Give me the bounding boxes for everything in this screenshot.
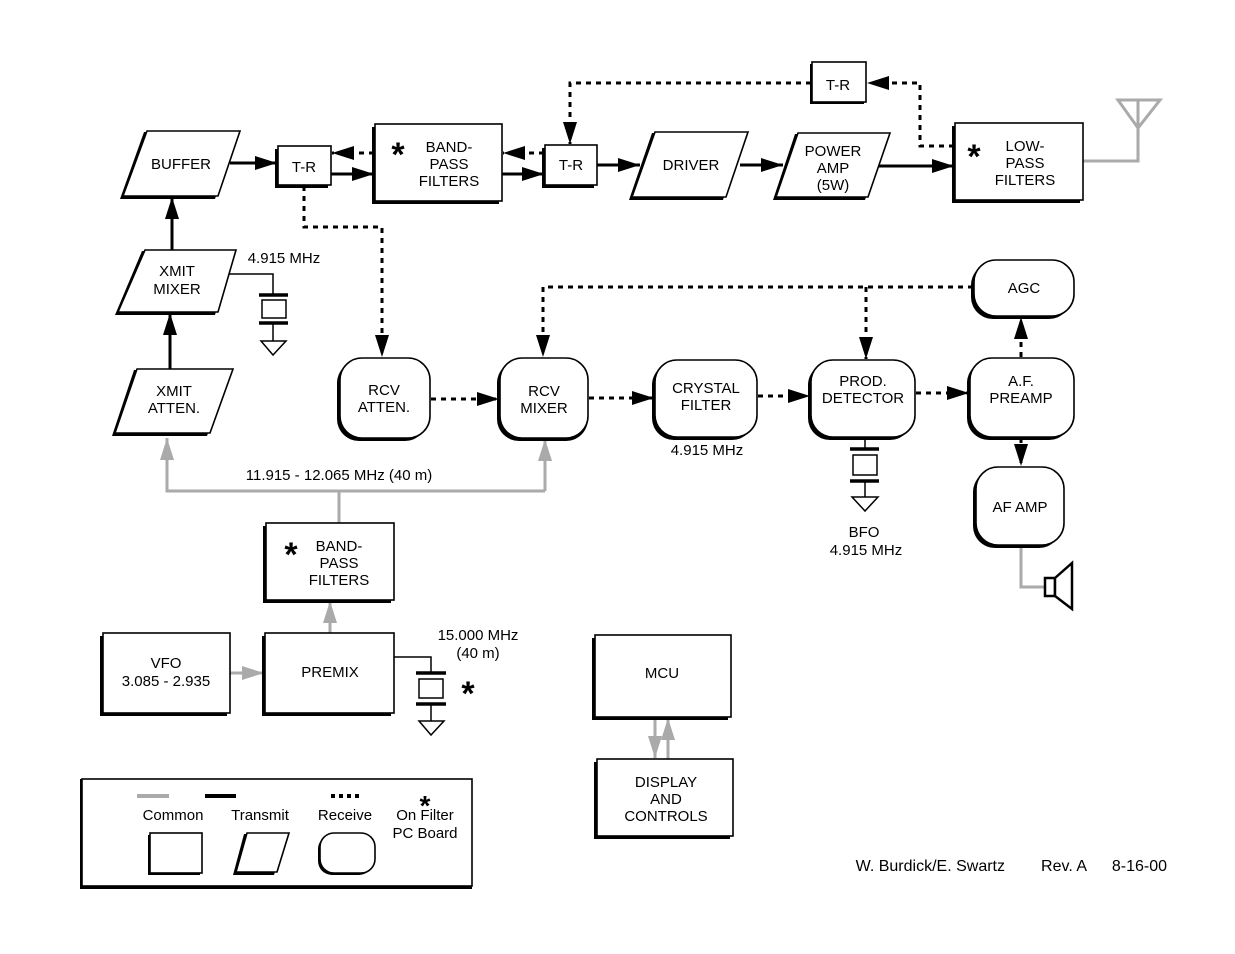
prod-detector-block: PROD. DETECTOR [808,359,916,440]
bpf-low-label: FILTERS [309,572,370,589]
lpf-label: PASS [1006,155,1045,172]
power-amp-label: POWER [805,143,862,160]
prod-detector-label: PROD. [839,373,887,390]
tr-mid-label: T-R [559,157,583,174]
display-label: AND [650,791,682,808]
credit-revision: Rev. A [1041,858,1087,875]
premix-crystal-icon [394,656,446,737]
afamp-to-speaker-line [1019,545,1045,589]
lpf-to-antenna-line [1083,100,1140,163]
crystal-filter-block: CRYSTAL FILTER [652,359,758,440]
premix-label: PREMIX [301,664,359,681]
credit-date: 8-16-00 [1112,858,1167,875]
bfo-freq-label: 4.915 MHz [830,542,903,559]
xmit-mixer-label: MIXER [153,281,201,298]
tr-top-label: T-R [826,77,850,94]
legend-common-label: Common [143,807,204,824]
rcv-mixer-label: MIXER [520,400,568,417]
lpf-label: LOW- [1006,138,1045,155]
vfo-label: VFO [151,655,182,672]
agc-to-mixer-line [536,285,973,357]
asterisk-icon: * [461,675,475,713]
rcv-mixer-block: RCV MIXER [497,357,589,441]
legend-filter-board-label: PC Board [392,825,457,842]
lpf-label: FILTERS [995,172,1056,189]
xmit-atten-label: XMIT [156,383,192,400]
tr-switch-left: T-R [275,145,332,188]
crystal-filter-label: FILTER [681,397,732,414]
asterisk-icon: * [391,136,405,174]
af-preamp-label: A.F. [1008,373,1034,390]
vfo-label: 3.085 - 2.935 [122,673,210,690]
xmit-mixer-block: XMIT MIXER [115,249,238,315]
mcu-label: MCU [645,665,679,682]
af-amp-block: AF AMP [973,466,1065,548]
xmit-crystal-freq-label: 4.915 MHz [248,250,321,267]
premix-crystal-freq-label: 15.000 MHz [438,627,519,644]
display-block: DISPLAY AND CONTROLS [594,758,734,839]
rcv-atten-block: RCV ATTEN. [337,357,431,441]
lpf-block: * LOW- PASS FILTERS [952,122,1084,203]
af-preamp-block: A.F. PREAMP [967,357,1075,440]
legend-filter-board-label: On Filter [396,807,454,824]
bpf-top-label: BAND- [426,139,473,156]
premix-output-freq-label: 11.915 - 12.065 MHz (40 m) [246,467,432,484]
power-amp-label: AMP [817,160,850,177]
xmit-atten-block: XMIT ATTEN. [112,368,235,436]
display-label: CONTROLS [624,808,707,825]
tr-to-rcv-atten-line [302,186,389,357]
mcu-block: MCU [592,634,732,720]
speaker-icon [1043,560,1074,612]
agc-block: AGC [971,259,1075,319]
asterisk-icon: * [284,536,298,574]
bpf-low-label: BAND- [316,538,363,555]
premix-crystal-band-label: (40 m) [456,645,499,662]
power-amp-label: (5W) [817,177,850,194]
crystal-filter-freq-label: 4.915 MHz [671,442,744,459]
bpf-top-label: FILTERS [419,173,480,190]
credit-authors: W. Burdick/E. Swartz [856,858,1005,875]
legend-rounded-shape [318,832,376,875]
xmit-mixer-label: XMIT [159,263,195,280]
vfo-block: VFO 3.085 - 2.935 [100,632,231,716]
transceiver-block-diagram: BUFFER XMIT MIXER XMIT ATTEN. DRIVER POW… [80,61,1167,889]
bfo-label: BFO [849,524,880,541]
xmit-crystal-icon [224,273,288,357]
buffer-block: BUFFER [120,130,242,199]
rcv-atten-label: RCV [368,382,400,399]
bpf-top-label: PASS [430,156,469,173]
legend-receive-label: Receive [318,807,372,824]
bfo-crystal-icon [850,437,880,513]
buffer-label: BUFFER [151,156,211,173]
tr-switch-mid: T-R [542,144,598,188]
prod-detector-label: DETECTOR [822,390,904,407]
crystal-filter-label: CRYSTAL [672,380,740,397]
rcv-atten-label: ATTEN. [358,399,410,416]
driver-label: DRIVER [663,157,720,174]
legend: * Common Transmit Receive On Filter PC B… [80,778,473,889]
premix-block: PREMIX [262,632,395,716]
display-label: DISPLAY [635,774,697,791]
af-amp-label: AF AMP [992,499,1047,516]
xmit-atten-label: ATTEN. [148,400,200,417]
rcv-mixer-label: RCV [528,383,560,400]
af-preamp-label: PREAMP [989,390,1052,407]
asterisk-icon: * [967,138,981,176]
bpf-low-label: PASS [320,555,359,572]
tr-left-label: T-R [292,159,316,176]
tr-switch-top: T-R [810,61,867,104]
legend-rectangle-shape [148,832,203,875]
bpf-low-block: * BAND- PASS FILTERS [263,522,395,603]
legend-transmit-label: Transmit [231,807,290,824]
driver-block: DRIVER [629,131,750,200]
agc-label: AGC [1008,280,1041,297]
bpf-top-block: * BAND- PASS FILTERS [372,123,503,204]
power-amp-block: POWER AMP (5W) [773,132,892,200]
